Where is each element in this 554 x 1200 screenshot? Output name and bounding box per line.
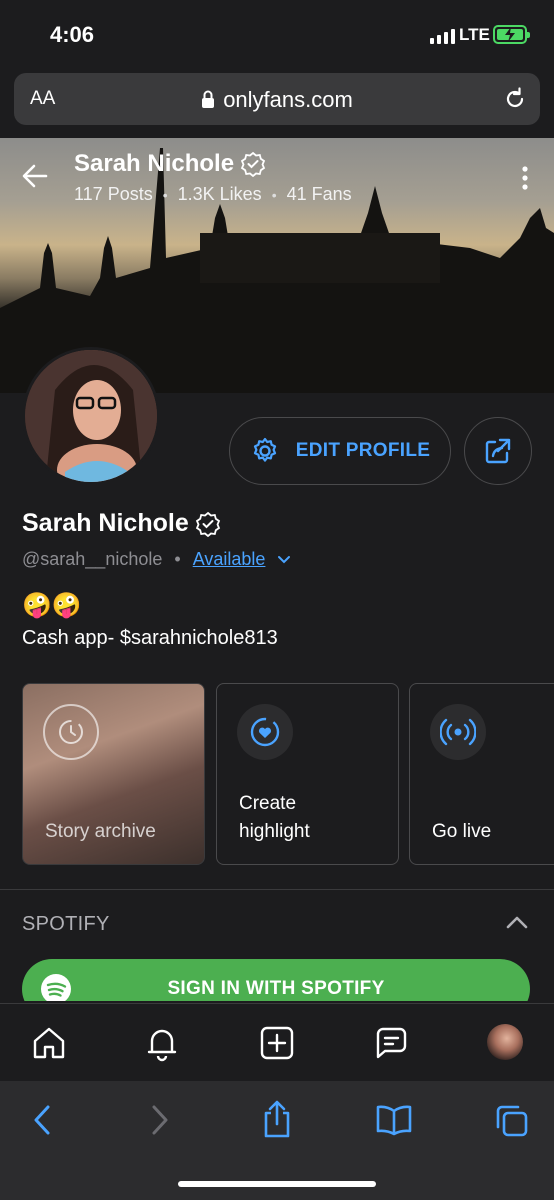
bookmarks-icon[interactable] [375, 1103, 413, 1142]
edit-profile-label: EDIT PROFILE [295, 440, 431, 461]
cover-profile-name: Sarah Nichole [74, 150, 266, 178]
spotify-icon [40, 973, 72, 1001]
availability-status[interactable]: Available [193, 549, 266, 570]
fans-count: 41 Fans [286, 184, 352, 204]
edit-profile-button[interactable]: EDIT PROFILE [229, 417, 451, 485]
create-highlight-label: Create highlight [239, 793, 310, 842]
separator: • [174, 549, 181, 569]
cover-stats: 117 Posts • 1.3K Likes • 41 Fans [74, 184, 352, 205]
profile-section: EDIT PROFILE Sarah Nichole @sarah__nicho… [0, 347, 554, 1003]
bell-icon[interactable] [143, 1024, 181, 1067]
chevron-down-icon[interactable] [277, 555, 291, 565]
network-label: LTE [459, 25, 490, 44]
back-arrow-icon[interactable] [22, 164, 48, 193]
lock-icon [201, 88, 215, 114]
heart-circle-icon [237, 704, 293, 760]
chevron-up-icon[interactable] [506, 915, 528, 934]
separator: • [271, 186, 277, 203]
status-bar: 4:06 LTE [0, 0, 554, 68]
broadcast-icon [430, 704, 486, 760]
share-icon [485, 438, 511, 464]
more-options-icon[interactable] [522, 166, 528, 195]
avatar [487, 1024, 523, 1060]
signal-icon [430, 28, 455, 44]
browser-toolbar [0, 1081, 554, 1200]
reload-icon[interactable] [502, 86, 528, 117]
spotify-sign-in-button[interactable]: SIGN IN WITH SPOTIFY [22, 959, 530, 1001]
story-archive-label: Story archive [45, 821, 156, 842]
browser-forward-icon[interactable] [148, 1103, 172, 1142]
likes-count: 1.3K Likes [177, 184, 262, 204]
browser-address-area: AA onlyfans.com [0, 68, 554, 138]
browser-back-icon[interactable] [30, 1103, 54, 1142]
share-sheet-icon[interactable] [260, 1099, 294, 1144]
url-display[interactable]: onlyfans.com [14, 87, 540, 114]
profile-name: Sarah Nichole [22, 509, 221, 538]
app-bottom-nav [0, 1003, 554, 1081]
home-indicator [178, 1181, 376, 1187]
highlights-row: Story archive Create highlight Go live [22, 683, 554, 867]
battery-icon [493, 25, 530, 44]
bio-emojis: 🤪🤪 [22, 592, 82, 619]
status-time: 4:06 [50, 22, 95, 47]
gear-icon [253, 437, 276, 462]
go-live-label: Go live [432, 821, 492, 842]
spotify-section-title: SPOTIFY [22, 913, 110, 935]
profile-avatar[interactable] [22, 347, 160, 485]
verified-icon [195, 511, 220, 537]
profile-handle: @sarah__nichole [22, 549, 163, 569]
messages-icon[interactable] [372, 1024, 410, 1067]
separator: • [162, 186, 168, 203]
profile-avatar-nav[interactable] [487, 1024, 523, 1060]
share-button[interactable] [464, 417, 532, 485]
handle-row: @sarah__nichole • Available [22, 549, 291, 570]
verified-icon [240, 151, 266, 177]
go-live-card[interactable]: Go live [409, 683, 554, 865]
home-icon[interactable] [30, 1024, 68, 1067]
address-bar[interactable]: AA onlyfans.com [14, 73, 540, 125]
posts-count: 117 Posts [74, 184, 153, 204]
create-highlight-card[interactable]: Create highlight [216, 683, 399, 865]
bio-text: Cash app- $sarahnichole813 [22, 627, 278, 649]
divider [0, 889, 554, 890]
story-archive-card[interactable]: Story archive [22, 683, 205, 865]
clock-icon [43, 704, 99, 760]
avatar-photo [25, 350, 157, 482]
cover-name-text: Sarah Nichole [74, 150, 235, 177]
profile-name-text: Sarah Nichole [22, 509, 189, 537]
add-post-icon[interactable] [258, 1024, 296, 1067]
url-text: onlyfans.com [223, 87, 353, 112]
tabs-icon[interactable] [494, 1103, 530, 1144]
spotify-button-label: SIGN IN WITH SPOTIFY [167, 978, 385, 999]
